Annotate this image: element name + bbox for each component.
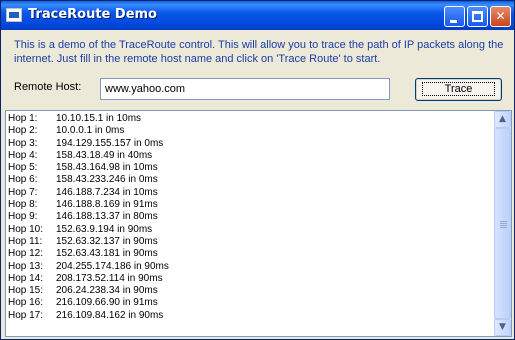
hop-label: Hop 15: <box>8 285 44 297</box>
maximize-button[interactable] <box>467 6 488 27</box>
hop-label: Hop 7: <box>8 186 38 198</box>
hop-label: Hop 10: <box>8 223 44 235</box>
hop-label: Hop 11: <box>8 235 43 247</box>
description-text: This is a demo of the TraceRoute control… <box>14 39 504 65</box>
list-item[interactable]: Hop 6: 158.43.233.246 in 0ms <box>8 174 493 186</box>
list-item[interactable]: Hop 10: 152.63.9.194 in 90ms <box>8 224 493 236</box>
list-item[interactable]: Hop 7: 146.188.7.234 in 10ms <box>8 187 493 199</box>
list-item[interactable]: Hop 15: 206.24.238.34 in 90ms <box>8 285 493 297</box>
hop-result: 146.188.7.234 in 10ms <box>56 186 158 198</box>
hop-label: Hop 9: <box>8 211 38 223</box>
grip-icon <box>500 221 507 228</box>
list-item[interactable]: Hop 4: 158.43.18.49 in 40ms <box>8 150 493 162</box>
hop-result: 152.63.9.194 in 90ms <box>56 223 153 235</box>
app-window: TraceRoute Demo ✕ This is a demo of the … <box>0 0 515 340</box>
list-item[interactable]: Hop 17: 216.109.84.162 in 90ms <box>8 310 493 322</box>
vertical-scrollbar[interactable]: ▲ ▼ <box>494 111 511 336</box>
list-item[interactable]: Hop 3: 194.129.155.157 in 0ms <box>8 138 493 150</box>
window-title: TraceRoute Demo <box>28 7 157 22</box>
hop-result: 204.255.174.186 in 90ms <box>56 260 169 272</box>
list-item[interactable]: Hop 5: 158.43.164.98 in 10ms <box>8 162 493 174</box>
hop-label: Hop 8: <box>8 199 38 211</box>
hop-label: Hop 17: <box>8 309 44 321</box>
hop-result: 158.43.164.98 in 10ms <box>56 162 158 174</box>
hop-result: 216.109.66.90 in 91ms <box>56 297 158 309</box>
hop-label: Hop 1: <box>8 113 38 124</box>
list-item[interactable]: Hop 13: 204.255.174.186 in 90ms <box>8 261 493 273</box>
remote-host-label: Remote Host: <box>14 81 82 93</box>
results-list[interactable]: Hop 1: 10.10.15.1 in 10ms Hop 2: 10.0.0.1 i… <box>5 110 512 337</box>
hop-result: 10.10.15.1 in 10ms <box>56 113 142 124</box>
app-icon[interactable] <box>6 8 22 22</box>
hop-label: Hop 5: <box>8 162 38 174</box>
hop-label: Hop 2: <box>8 125 38 137</box>
minimize-button[interactable] <box>444 6 465 27</box>
list-item[interactable]: Hop 2: 10.0.0.1 in 0ms <box>8 125 493 137</box>
hop-result: 152.63.32.137 in 90ms <box>56 235 158 247</box>
list-item[interactable]: Hop 14: 208.173.52.114 in 90ms <box>8 273 493 285</box>
hop-result: 206.24.238.34 in 90ms <box>56 285 158 297</box>
hop-label: Hop 16: <box>8 297 44 309</box>
trace-button[interactable]: Trace <box>415 78 502 101</box>
hop-label: Hop 12: <box>8 248 44 260</box>
hop-result: 10.0.0.1 in 0ms <box>56 125 125 137</box>
list-item[interactable]: Hop 12: 152.63.43.181 in 90ms <box>8 248 493 260</box>
hop-label: Hop 6: <box>8 174 38 186</box>
scroll-down-arrow-icon[interactable]: ▼ <box>494 319 511 336</box>
scroll-thumb[interactable] <box>494 128 511 319</box>
hop-result: 146.188.8.169 in 91ms <box>56 199 158 211</box>
hop-result: 152.63.43.181 in 90ms <box>56 248 158 260</box>
hop-result: 208.173.52.114 in 90ms <box>56 272 163 284</box>
list-item[interactable]: Hop 8: 146.188.8.169 in 91ms <box>8 199 493 211</box>
hop-result: 158.43.18.49 in 40ms <box>56 149 153 161</box>
hop-result: 194.129.155.157 in 0ms <box>56 137 164 149</box>
list-item[interactable]: Hop 1: 10.10.15.1 in 10ms <box>8 113 493 125</box>
hop-label: Hop 14: <box>8 272 44 284</box>
trace-button-label: Trace <box>421 82 496 96</box>
title-bar[interactable]: TraceRoute Demo ✕ <box>1 1 514 30</box>
hop-result: 146.188.13.37 in 80ms <box>56 211 158 223</box>
results-rows: Hop 1: 10.10.15.1 in 10ms Hop 2: 10.0.0.1 i… <box>8 113 493 322</box>
list-item[interactable]: Hop 9: 146.188.13.37 in 80ms <box>8 211 493 223</box>
hop-label: Hop 13: <box>8 260 44 272</box>
remote-host-input[interactable]: www.yahoo.com <box>100 78 390 100</box>
list-item[interactable]: Hop 16: 216.109.66.90 in 91ms <box>8 297 493 309</box>
hop-result: 216.109.84.162 in 90ms <box>56 309 164 321</box>
close-button[interactable]: ✕ <box>490 6 511 27</box>
hop-label: Hop 4: <box>8 149 38 161</box>
hop-label: Hop 3: <box>8 137 38 149</box>
scroll-up-arrow-icon[interactable]: ▲ <box>494 111 511 128</box>
hop-result: 158.43.233.246 in 0ms <box>56 174 158 186</box>
list-item[interactable]: Hop 11: 152.63.32.137 in 90ms <box>8 236 493 248</box>
